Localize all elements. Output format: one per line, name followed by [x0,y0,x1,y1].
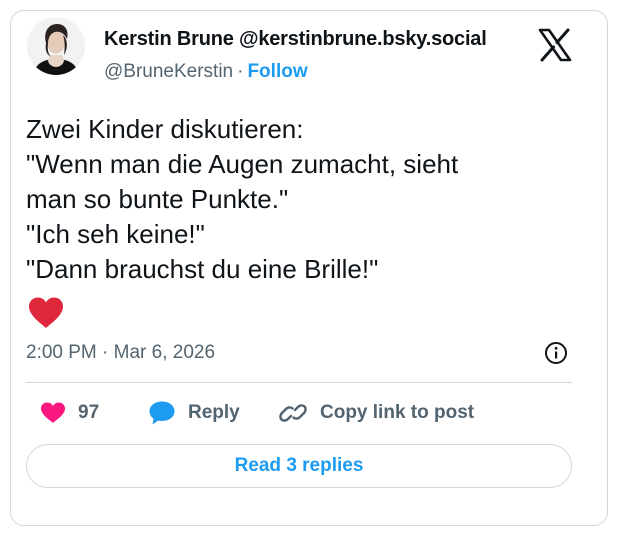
profile-photo-icon [27,17,85,75]
tweet-line: Zwei Kinder diskutieren: [26,114,304,144]
like-button[interactable]: 97 [40,398,99,428]
x-handle[interactable]: @BruneKerstin [104,61,233,82]
reply-label: Reply [188,402,240,423]
avatar[interactable] [27,17,85,75]
tweet-line: "Ich seh keine!" [26,219,205,249]
action-bar: 97 Reply Copy link to post [26,398,572,428]
reply-button[interactable]: Reply [148,398,240,428]
separator: · [102,342,109,363]
bsky-handle[interactable]: @kerstinbrune.bsky.social [239,28,487,50]
separator: · [237,61,244,82]
like-count: 97 [78,402,100,423]
tweet-text: Zwei Kinder diskutieren: "Wenn man die A… [26,112,458,287]
link-icon [279,404,307,422]
tweet-line: man so bunte Punkte." [26,184,289,214]
info-icon[interactable] [544,341,568,365]
divider [26,382,572,383]
like-heart-icon [41,402,65,423]
follow-link[interactable]: Follow [247,61,307,82]
copy-link-label: Copy link to post [320,402,475,423]
reply-bubble-icon [149,401,175,425]
post-date[interactable]: Mar 6, 2026 [114,342,215,363]
tweet-line: "Dann brauchst du eine Brille!" [26,254,379,284]
read-replies-label: Read 3 replies [234,455,364,476]
display-name[interactable]: Kerstin Brune [104,28,234,50]
author-name-line[interactable]: Kerstin Brune @kerstinbrune.bsky.social [104,28,487,51]
x-logo-icon[interactable] [538,28,572,62]
copy-link-button[interactable]: Copy link to post [278,398,474,428]
read-replies-button[interactable]: Read 3 replies [26,444,572,488]
post-time[interactable]: 2:00 PM [26,342,97,363]
timestamp[interactable]: 2:00 PM · Mar 6, 2026 [26,342,215,364]
red-heart-icon [27,296,65,330]
tweet-line: "Wenn man die Augen zumacht, sieht [26,149,459,179]
handle-line: @BruneKerstin · Follow [104,61,308,83]
